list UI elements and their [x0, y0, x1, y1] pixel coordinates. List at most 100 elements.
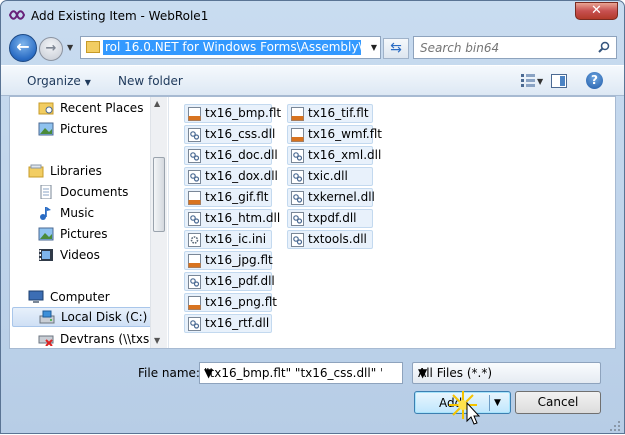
sidebar-item-music[interactable]: Music — [38, 203, 166, 223]
refresh-button[interactable]: ⇆ — [383, 38, 409, 59]
forward-button[interactable]: → — [39, 37, 63, 61]
file-item[interactable]: tx16_ic.ini — [184, 230, 272, 249]
search-icon[interactable] — [598, 41, 610, 53]
dll-file-icon — [188, 212, 201, 226]
file-name: tx16_ic.ini — [205, 232, 267, 246]
sidebar-item-pictures-library[interactable]: Pictures — [38, 224, 166, 244]
search-input[interactable] — [420, 40, 590, 55]
file-name: tx16_tif.flt — [308, 106, 369, 120]
file-name: tx16_png.flt — [205, 295, 277, 309]
file-item[interactable]: tx16_bmp.flt — [184, 104, 281, 123]
network-drive-icon — [38, 335, 54, 346]
file-name: tx16_css.dll — [205, 127, 276, 141]
file-item[interactable]: tx16_gif.flt — [184, 188, 272, 207]
file-item[interactable]: tx16_pdf.dll — [184, 272, 275, 291]
chevron-down-icon: ▼ — [418, 366, 428, 380]
add-options-dropdown-icon[interactable]: ▼ — [494, 398, 501, 408]
scrollbar-thumb[interactable] — [153, 157, 165, 232]
filter-file-icon — [291, 107, 304, 121]
file-name-label: File name: — [138, 366, 200, 380]
sidebar-item-computer[interactable]: Computer — [28, 287, 156, 307]
sidebar-item-label: Pictures — [60, 227, 108, 241]
sidebar-item-libraries[interactable]: Libraries — [28, 161, 156, 181]
music-icon — [40, 207, 51, 220]
navigation-bar: ← → ▼ rol 16.0.NET for Windows Forms\Ass… — [1, 31, 624, 63]
file-item[interactable]: tx16_png.flt — [184, 293, 277, 312]
search-box[interactable] — [413, 36, 617, 59]
file-name-field[interactable]: "tx16_bmp.flt" "tx16_css.dll" "tx16_ ▼ — [199, 362, 403, 384]
sidebar-item-pictures[interactable]: Pictures — [38, 119, 166, 139]
sidebar-item-recent-places[interactable]: Recent Places — [38, 98, 166, 118]
resize-grip-icon[interactable] — [609, 420, 621, 432]
dialog-footer: File name: "tx16_bmp.flt" "tx16_css.dll"… — [1, 350, 624, 435]
file-name: tx16_wmf.flt — [308, 127, 383, 141]
file-item[interactable]: tx16_htm.dll — [184, 209, 280, 228]
recent-places-icon — [38, 102, 54, 115]
sidebar-item-devtrans[interactable]: Devtrans (\\txser — [38, 329, 166, 348]
dll-file-icon — [291, 212, 304, 226]
preview-pane-icon[interactable] — [551, 74, 567, 88]
file-item[interactable]: txkernel.dll — [287, 188, 375, 207]
file-item[interactable]: tx16_xml.dll — [287, 146, 381, 165]
sidebar-item-label: Local Disk (C:) — [61, 310, 148, 324]
file-name: tx16_jpg.flt — [205, 253, 273, 267]
filter-file-icon — [188, 107, 201, 121]
file-name: tx16_gif.flt — [205, 190, 269, 204]
documents-icon — [40, 185, 52, 199]
libraries-icon — [28, 164, 44, 178]
file-item[interactable]: tx16_jpg.flt — [184, 251, 273, 270]
sidebar-item-label: Devtrans (\\txser — [60, 332, 162, 346]
address-bar[interactable]: rol 16.0.NET for Windows Forms\Assembly\… — [80, 36, 381, 59]
sidebar-item-videos[interactable]: Videos — [38, 245, 166, 265]
new-folder-button[interactable]: New folder — [118, 74, 183, 88]
file-name: tx16_htm.dll — [205, 211, 281, 225]
file-item[interactable]: tx16_wmf.flt — [287, 125, 382, 144]
scroll-up-icon[interactable]: ▲ — [154, 99, 160, 108]
chevron-down-icon: ▼ — [84, 78, 91, 87]
dll-file-icon — [188, 170, 201, 184]
computer-icon — [28, 290, 44, 303]
sidebar-item-label: Documents — [60, 185, 129, 199]
pictures-icon — [38, 122, 54, 136]
dll-file-icon — [291, 149, 304, 163]
file-item[interactable]: txtools.dll — [287, 230, 373, 249]
address-path[interactable]: rol 16.0.NET for Windows Forms\Assembly\… — [103, 40, 361, 55]
split-divider — [489, 395, 490, 411]
organize-label: Organize — [27, 74, 81, 88]
scroll-down-icon[interactable]: ▼ — [154, 336, 160, 345]
change-view-icon[interactable] — [521, 74, 535, 87]
file-item[interactable]: tx16_doc.dll — [184, 146, 278, 165]
file-item[interactable]: txpdf.dll — [287, 209, 373, 228]
dll-file-icon — [291, 170, 304, 184]
file-item[interactable]: tx16_dox.dll — [184, 167, 278, 186]
sidebar-item-label: Music — [60, 206, 95, 220]
pane-splitter[interactable] — [168, 97, 169, 348]
file-item[interactable]: tx16_tif.flt — [287, 104, 373, 123]
file-item[interactable]: tx16_rtf.dll — [184, 314, 272, 333]
command-toolbar: Organize ▼ New folder ▼ ? — [1, 65, 624, 96]
organize-menu[interactable]: Organize ▼ — [27, 74, 91, 88]
file-name: tx16_xml.dll — [308, 148, 382, 162]
dll-file-icon — [188, 317, 201, 331]
history-dropdown-icon[interactable]: ▼ — [67, 43, 73, 52]
address-dropdown-icon[interactable]: ▼ — [371, 43, 377, 52]
file-type-select[interactable]: All Files (*.*) ▼ — [412, 362, 601, 384]
cancel-button[interactable]: Cancel — [515, 391, 601, 414]
add-existing-item-dialog: Add Existing Item - WebRole1 ✕ ← → ▼ rol… — [0, 0, 625, 434]
title-bar: Add Existing Item - WebRole1 ✕ — [1, 1, 624, 31]
file-name: txkernel.dll — [308, 190, 375, 204]
view-dropdown-icon[interactable]: ▼ — [537, 77, 543, 86]
navigation-scrollbar[interactable]: ▲ ▼ — [150, 97, 167, 348]
help-icon[interactable]: ? — [586, 72, 603, 89]
dll-file-icon — [291, 233, 304, 247]
file-item[interactable]: txic.dll — [287, 167, 373, 186]
file-name: txic.dll — [308, 169, 348, 183]
sidebar-item-local-disk[interactable]: Local Disk (C:) — [12, 307, 152, 327]
file-name-dropdown-icon[interactable]: ▼ — [204, 366, 382, 380]
close-button[interactable]: ✕ — [575, 2, 618, 20]
back-button[interactable]: ← — [9, 34, 37, 62]
filter-file-icon — [291, 128, 304, 142]
folder-icon — [86, 41, 100, 53]
file-item[interactable]: tx16_css.dll — [184, 125, 276, 144]
sidebar-item-documents[interactable]: Documents — [38, 182, 166, 202]
